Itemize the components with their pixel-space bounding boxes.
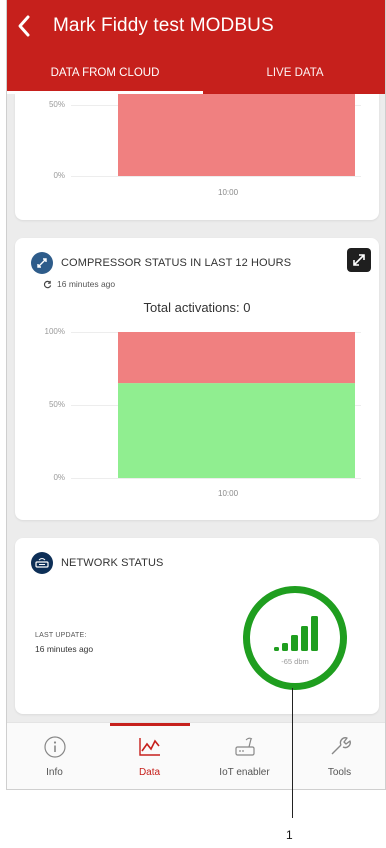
- expand-button[interactable]: [347, 248, 371, 272]
- y-tick-label: 50%: [48, 100, 65, 109]
- expand-icon: [353, 254, 365, 266]
- router-icon: [31, 552, 53, 574]
- compressor-card-title: COMPRESSOR STATUS IN LAST 12 HOURS: [61, 257, 292, 269]
- page-title: Mark Fiddy test MODBUS: [53, 15, 274, 36]
- tab-data-from-cloud[interactable]: DATA FROM CLOUD: [7, 56, 203, 94]
- nav-iot-label: IoT enabler: [219, 767, 270, 778]
- total-activations: Total activations: 0: [143, 300, 251, 315]
- y-tick-label: 50%: [48, 400, 65, 409]
- router-icon: [234, 737, 255, 756]
- x-tick-label: 10:00: [218, 489, 239, 498]
- signal-strength-gauge: -65 dbm: [243, 586, 347, 690]
- nav-info[interactable]: Info: [7, 723, 102, 789]
- bottom-navigation: Info Data IoT enabler Tools: [7, 722, 385, 789]
- wrench-icon: [331, 737, 351, 755]
- tab-bar: DATA FROM CLOUD LIVE DATA: [7, 56, 385, 94]
- y-tick-label: 0%: [53, 171, 65, 180]
- chart-top-plot: [118, 94, 355, 176]
- compressor-status-card: COMPRESSOR STATUS IN LAST 12 HOURS 16 mi…: [15, 238, 379, 520]
- signal-dbm-value: -65 dbm: [281, 657, 309, 666]
- chart-bar-segment: [118, 94, 355, 176]
- network-status-card: NETWORK STATUS LAST UPDATE: 16 minutes a…: [15, 538, 379, 714]
- network-card-title: NETWORK STATUS: [61, 557, 164, 569]
- chart-bar-segment: [118, 332, 355, 384]
- last-update-value: 16 minutes ago: [35, 644, 94, 654]
- compressor-icon: [31, 252, 53, 274]
- tab-live-data[interactable]: LIVE DATA: [203, 56, 385, 94]
- last-update-label: LAST UPDATE:: [35, 632, 87, 639]
- compressor-chart-plot: [118, 332, 355, 478]
- app-header: Mark Fiddy test MODBUS: [7, 0, 385, 56]
- chart-bar-segment: [118, 383, 355, 478]
- nav-data-label: Data: [138, 767, 161, 778]
- last-refresh: 16 minutes ago: [43, 279, 115, 289]
- y-tick-label: 0%: [53, 473, 65, 482]
- nav-tools[interactable]: Tools: [292, 723, 385, 789]
- chart-card-top: 50% 0% 10:00: [15, 94, 379, 220]
- refresh-time: 16 minutes ago: [57, 279, 116, 289]
- signal-bars-icon: [274, 616, 318, 651]
- nav-tools-label: Tools: [327, 767, 352, 778]
- nav-iot-enabler[interactable]: IoT enabler: [197, 723, 292, 789]
- x-tick-label: 10:00: [218, 188, 239, 197]
- callout-line: [292, 688, 293, 818]
- nav-active-indicator: [110, 723, 190, 726]
- back-arrow-icon[interactable]: [17, 14, 41, 42]
- nav-info-label: Info: [46, 767, 63, 778]
- info-icon: [43, 736, 66, 758]
- chart-line-icon: [138, 738, 160, 756]
- nav-data[interactable]: Data: [102, 723, 197, 789]
- y-tick-label: 100%: [44, 327, 65, 336]
- callout-number: 1: [286, 828, 293, 842]
- phone-screen: Mark Fiddy test MODBUS DATA FROM CLOUD L…: [6, 0, 386, 790]
- gridline: [71, 478, 361, 479]
- refresh-icon: [43, 280, 52, 288]
